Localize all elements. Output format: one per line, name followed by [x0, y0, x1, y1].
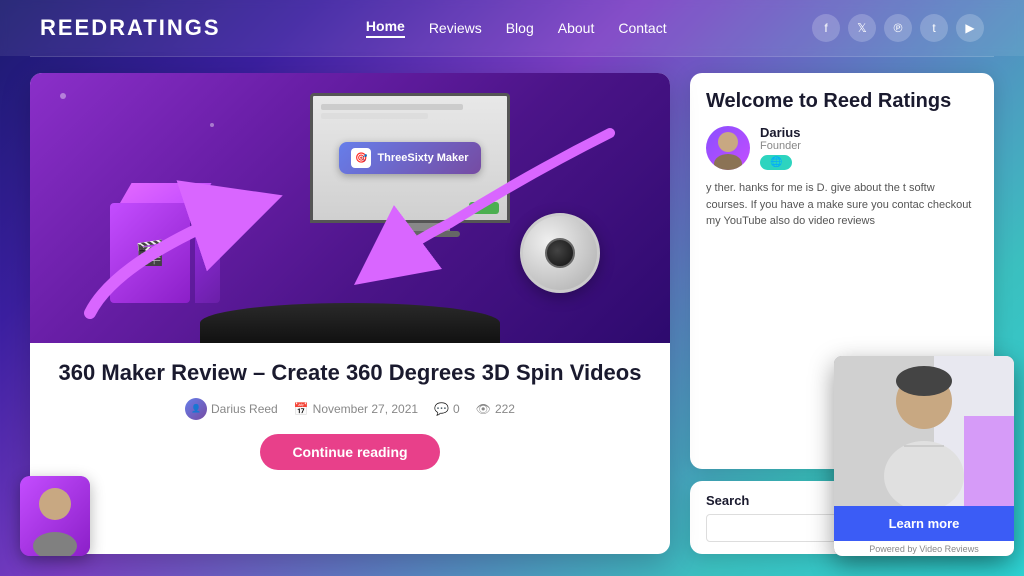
meta-author: 👤 Darius Reed	[185, 398, 278, 420]
welcome-description: y ther. hanks for me is D. give about th…	[706, 180, 978, 230]
author-avatar-svg	[706, 126, 750, 170]
video-overlay: Learn more Powered by Video Reviews	[834, 356, 1014, 556]
welcome-title: Welcome to Reed Ratings	[706, 89, 978, 113]
article-date: November 27, 2021	[313, 402, 418, 416]
product-box: 🎬	[110, 183, 220, 303]
calendar-icon: 📅	[294, 402, 309, 416]
article-image: 🎯 ThreeSixty Maker 🎬	[30, 73, 670, 343]
stage-platform	[200, 303, 500, 343]
social-icons-group: f 𝕏 ℗ t ▶	[812, 14, 984, 42]
box-icon: 🎬	[135, 239, 165, 268]
corner-avatar	[20, 476, 90, 556]
article-content: 360 Maker Review – Create 360 Degrees 3D…	[30, 343, 670, 482]
app-badge-name: ThreeSixty Maker	[377, 152, 468, 164]
views-icon: 👁	[476, 402, 491, 416]
meta-views: 👁 222	[476, 402, 515, 416]
video-content	[834, 356, 1014, 506]
monitor-stand	[390, 223, 450, 231]
author-row: Darius Founder 🌐	[706, 125, 978, 170]
article-card: 🎯 ThreeSixty Maker 🎬	[30, 73, 670, 554]
continue-reading-button[interactable]: Continue reading	[260, 434, 439, 470]
pinterest-icon[interactable]: ℗	[884, 14, 912, 42]
video-powered-by: Powered by Video Reviews	[834, 541, 1014, 556]
article-title: 360 Maker Review – Create 360 Degrees 3D…	[50, 359, 650, 388]
nav-about[interactable]: About	[558, 20, 595, 36]
author-role: Founder	[760, 140, 801, 152]
twitter-icon[interactable]: 𝕏	[848, 14, 876, 42]
header: ReedRatings Home Reviews Blog About Cont…	[0, 0, 1024, 56]
meta-comments: 💬 0	[434, 402, 460, 416]
youtube-icon[interactable]: ▶	[956, 14, 984, 42]
corner-avatar-svg	[20, 476, 90, 556]
nav-reviews[interactable]: Reviews	[429, 20, 482, 36]
author-display-name: Darius	[760, 125, 801, 140]
monitor-screen: 🎯 ThreeSixty Maker	[310, 93, 510, 223]
box-top	[120, 183, 212, 203]
monitor-mockup: 🎯 ThreeSixty Maker	[310, 93, 530, 253]
learn-more-button[interactable]: Learn more	[834, 506, 1014, 541]
tumblr-icon[interactable]: t	[920, 14, 948, 42]
main-nav: Home Reviews Blog About Contact	[366, 18, 667, 38]
comment-icon: 💬	[434, 402, 449, 416]
video-person	[834, 356, 1014, 506]
site-logo[interactable]: ReedRatings	[40, 15, 221, 41]
video-person-svg	[834, 356, 1014, 506]
monitor-base	[380, 231, 460, 237]
comment-count: 0	[453, 402, 460, 416]
author-name: Darius Reed	[211, 402, 278, 416]
nav-contact[interactable]: Contact	[618, 20, 666, 36]
meta-date: 📅 November 27, 2021	[294, 402, 418, 416]
article-meta: 👤 Darius Reed 📅 November 27, 2021 💬 0 👁 …	[50, 398, 650, 420]
author-info: Darius Founder 🌐	[760, 125, 801, 170]
camera-sphere	[520, 213, 600, 293]
camera-lens	[545, 238, 575, 268]
box-front: 🎬	[110, 203, 190, 303]
author-social-btn[interactable]: 🌐	[760, 155, 792, 170]
box-side	[195, 203, 220, 303]
nav-home[interactable]: Home	[366, 18, 405, 38]
nav-blog[interactable]: Blog	[506, 20, 534, 36]
author-avatar	[706, 126, 750, 170]
app-badge: 🎯 ThreeSixty Maker	[339, 142, 480, 174]
author-avatar-small: 👤	[185, 398, 207, 420]
facebook-icon[interactable]: f	[812, 14, 840, 42]
view-count: 222	[495, 402, 515, 416]
app-badge-icon: 🎯	[351, 148, 371, 168]
